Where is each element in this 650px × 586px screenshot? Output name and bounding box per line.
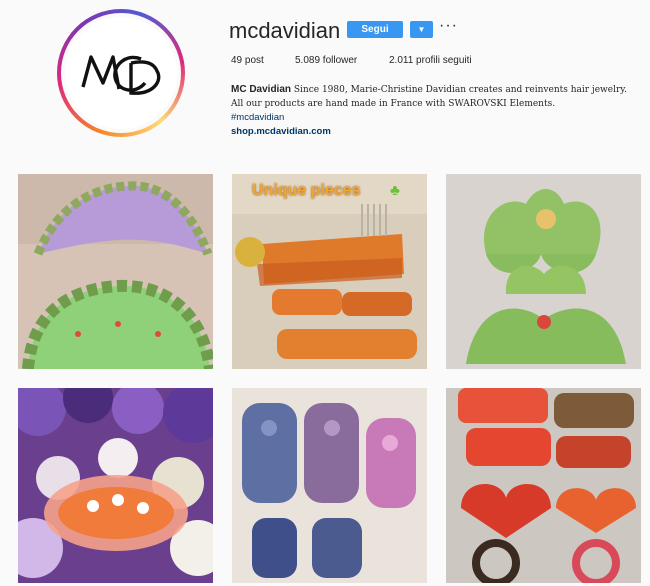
profile-bio: MC Davidian Since 1980, Marie-Christine … <box>231 83 636 139</box>
posts-count: 49 post <box>231 55 264 66</box>
followers-count[interactable]: 5.089 follower <box>295 55 357 66</box>
avatar-gap <box>61 13 181 133</box>
suggestions-dropdown-button[interactable]: ▼ <box>410 21 433 38</box>
avatar[interactable] <box>65 17 177 129</box>
clover-icon: ♣ <box>390 182 400 199</box>
post-thumbnail-5[interactable] <box>232 388 427 583</box>
bio-text: Since 1980, Marie-Christine Davidian cre… <box>231 85 628 109</box>
website-link[interactable]: shop.mcdavidian.com <box>231 125 636 139</box>
chevron-down-icon: ▼ <box>417 25 426 34</box>
bio-description: MC Davidian Since 1980, Marie-Christine … <box>231 83 636 111</box>
profile-username: mcdavidian <box>229 18 341 43</box>
following-count[interactable]: 2.011 profili seguiti <box>389 55 472 66</box>
post-thumbnail-3[interactable] <box>446 174 641 369</box>
more-options-button[interactable]: ··· <box>439 17 458 35</box>
bio-hashtag-link[interactable]: #mcdavidian <box>231 111 636 125</box>
post-thumbnail-4[interactable] <box>18 388 213 583</box>
post-thumbnail-6[interactable] <box>446 388 641 583</box>
follow-button[interactable]: Segui <box>347 21 403 38</box>
post-thumbnail-2[interactable]: Unique pieces ♣ <box>232 174 427 369</box>
mcd-logo <box>81 55 161 95</box>
unique-pieces-overlay: Unique pieces <box>252 182 361 199</box>
bio-name: MC Davidian <box>231 84 292 95</box>
post-thumbnail-1[interactable] <box>18 174 213 369</box>
profile-avatar-ring[interactable] <box>57 9 185 137</box>
